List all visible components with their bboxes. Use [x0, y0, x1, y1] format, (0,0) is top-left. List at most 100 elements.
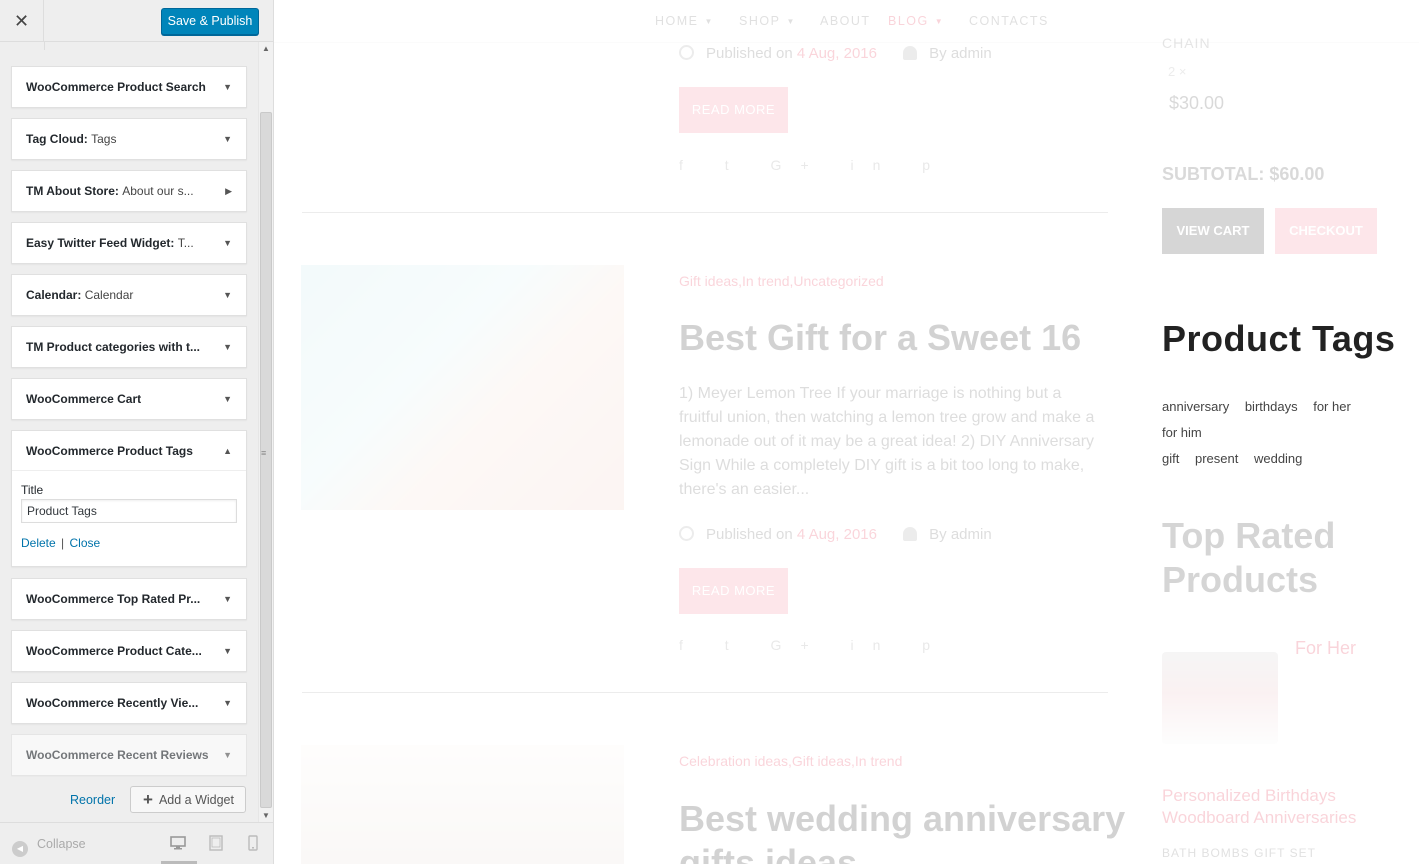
expand-arrow-icon[interactable]: ▼: [223, 735, 232, 775]
collapse-button[interactable]: ◀ Collapse: [12, 823, 86, 864]
checkout-button[interactable]: CHECKOUT: [1275, 208, 1377, 254]
widget-product-categories[interactable]: TM Product categories with t... ▼: [11, 326, 247, 368]
expand-arrow-icon[interactable]: ▼: [223, 379, 232, 419]
scroll-up-icon[interactable]: ▲: [262, 44, 270, 53]
post-title[interactable]: Best wedding anniversary gifts ideas: [679, 797, 1129, 864]
expand-arrow-icon[interactable]: ▼: [223, 631, 232, 671]
share-icons[interactable]: f t G+ in p: [679, 637, 949, 653]
expand-arrow-icon[interactable]: ▼: [223, 327, 232, 367]
reorder-link[interactable]: Reorder: [70, 793, 115, 807]
post-image[interactable]: [301, 265, 624, 510]
chevron-down-icon: ▼: [934, 17, 945, 26]
delete-link[interactable]: Delete: [21, 536, 56, 550]
expand-arrow-icon[interactable]: ▼: [223, 67, 232, 107]
nav-home[interactable]: HOME ▼: [655, 14, 714, 28]
widget-recent-reviews[interactable]: WooCommerce Recent Reviews ▼: [11, 734, 247, 776]
read-more-button[interactable]: READ MORE: [679, 568, 788, 614]
product-thumbnail[interactable]: [1162, 652, 1278, 744]
post-author[interactable]: By admin: [929, 526, 992, 543]
grip-icon: ≡: [261, 448, 267, 458]
tag-link[interactable]: for her: [1313, 399, 1351, 414]
close-link[interactable]: Close: [70, 536, 101, 550]
nav-contacts[interactable]: CONTACTS: [969, 14, 1049, 28]
nav-about[interactable]: ABOUT: [820, 14, 871, 28]
chevron-down-icon: ▼: [786, 17, 796, 26]
close-customizer-button[interactable]: ✕: [0, 0, 44, 42]
widget-cart[interactable]: WooCommerce Cart ▼: [11, 378, 247, 420]
cart-item-price: $30.00: [1169, 93, 1225, 113]
post-date[interactable]: 4 Aug, 2016: [797, 45, 877, 62]
scrollbar[interactable]: ▲ ≡ ▼: [258, 42, 273, 822]
save-publish-button[interactable]: Save & Publish: [161, 8, 259, 35]
mobile-preview-icon[interactable]: [248, 835, 264, 853]
scroll-thumb[interactable]: [260, 112, 272, 808]
widget-tag-cloud[interactable]: Tag Cloud: Tags ▼: [11, 118, 247, 160]
site-preview: HOME ▼ SHOP ▼ ABOUT BLOG ▼ CONTACTS Publish…: [274, 0, 1419, 864]
tag-cloud: anniversary birthdays for her for him gi…: [1162, 394, 1402, 472]
divider: [44, 42, 45, 50]
widget-product-tags-expanded: WooCommerce Product Tags ▲ Title Product …: [11, 430, 247, 567]
tag-link[interactable]: wedding: [1254, 451, 1302, 466]
clock-icon: [679, 526, 694, 541]
post-categories[interactable]: Celebration ideas,Gift ideas,In trend: [679, 753, 902, 769]
tablet-preview-icon[interactable]: [209, 835, 225, 853]
expand-arrow-icon[interactable]: ▼: [223, 579, 232, 619]
widget-calendar[interactable]: Calendar: Calendar ▼: [11, 274, 247, 316]
read-more-button[interactable]: READ MORE: [679, 87, 788, 133]
tag-link[interactable]: for him: [1162, 425, 1202, 440]
expand-arrow-icon[interactable]: ▼: [223, 223, 232, 263]
widget-twitter-feed[interactable]: Easy Twitter Feed Widget: T... ▼: [11, 222, 247, 264]
widget-title: Calendar: Calendar: [26, 288, 134, 302]
widget-header[interactable]: WooCommerce Product Tags ▲: [12, 431, 246, 471]
tag-link[interactable]: birthdays: [1245, 399, 1298, 414]
widget-title: WooCommerce Product Search: [26, 80, 206, 94]
expand-arrow-icon[interactable]: ▼: [223, 683, 232, 723]
widget-actions: Delete | Close: [21, 536, 237, 550]
tag-link[interactable]: present: [1195, 451, 1238, 466]
widget-about-store[interactable]: TM About Store: About our s... ▶: [11, 170, 247, 212]
widget-title: WooCommerce Product Cate...: [26, 644, 202, 658]
post-categories[interactable]: Gift ideas,In trend,Uncategorized: [679, 273, 884, 289]
scroll-down-icon[interactable]: ▼: [262, 811, 270, 820]
widget-title: WooCommerce Recent Reviews: [26, 748, 209, 762]
widget-title: WooCommerce Top Rated Pr...: [26, 592, 201, 606]
nav-blog[interactable]: BLOG ▼: [888, 14, 944, 28]
product-category[interactable]: For Her: [1295, 638, 1356, 659]
expand-arrow-icon[interactable]: ▶: [225, 171, 232, 211]
add-widget-button[interactable]: + Add a Widget: [130, 786, 246, 813]
widget-product-categories-2[interactable]: WooCommerce Product Cate... ▼: [11, 630, 247, 672]
product-name[interactable]: Personalized Birthdays Woodboard Anniver…: [1162, 785, 1392, 829]
cart-item-name[interactable]: CHAIN: [1162, 35, 1211, 51]
post-author[interactable]: By admin: [929, 45, 992, 62]
widget-title: WooCommerce Cart: [26, 392, 142, 406]
view-cart-button[interactable]: VIEW CART: [1162, 208, 1264, 254]
widget-recently-viewed[interactable]: WooCommerce Recently Vie... ▼: [11, 682, 247, 724]
desktop-preview-icon[interactable]: [161, 835, 197, 864]
widget-top-rated[interactable]: WooCommerce Top Rated Pr... ▼: [11, 578, 247, 620]
expand-arrow-icon[interactable]: ▼: [223, 275, 232, 315]
post-title[interactable]: Best Gift for a Sweet 16: [679, 316, 1119, 360]
divider: [302, 212, 1108, 213]
share-icons[interactable]: f t G+ in p: [679, 157, 949, 173]
title-field[interactable]: Product Tags: [21, 499, 237, 523]
widget-title: WooCommerce Recently Vie...: [26, 696, 199, 710]
tag-link[interactable]: anniversary: [1162, 399, 1229, 414]
widget-product-search[interactable]: WooCommerce Product Search ▼: [11, 66, 247, 108]
post-date[interactable]: 4 Aug, 2016: [797, 526, 877, 543]
widget-title: Easy Twitter Feed Widget: T...: [26, 236, 194, 250]
expand-arrow-icon[interactable]: ▼: [223, 119, 232, 159]
widget-title: TM About Store: About our s...: [26, 184, 194, 198]
widget-title: WooCommerce Product Tags: [26, 444, 193, 458]
tag-link[interactable]: gift: [1162, 451, 1179, 466]
title-field-label: Title: [21, 483, 44, 497]
customizer-header: ✕ Save & Publish: [0, 0, 273, 42]
widget-form: Title Product Tags Delete | Close: [21, 483, 237, 550]
widget-title: Tag Cloud: Tags: [26, 132, 117, 146]
post-image[interactable]: [301, 745, 624, 864]
cart-subtotal: SUBTOTAL: $60.00: [1162, 164, 1325, 184]
chevron-down-icon: ▼: [704, 17, 714, 26]
collapse-arrow-icon[interactable]: ▲: [223, 431, 232, 471]
customizer-sidebar: ✕ Save & Publish WooCommerce Product Sea…: [0, 0, 274, 864]
nav-shop[interactable]: SHOP ▼: [739, 14, 796, 28]
product-tags-heading: Product Tags: [1162, 318, 1396, 359]
